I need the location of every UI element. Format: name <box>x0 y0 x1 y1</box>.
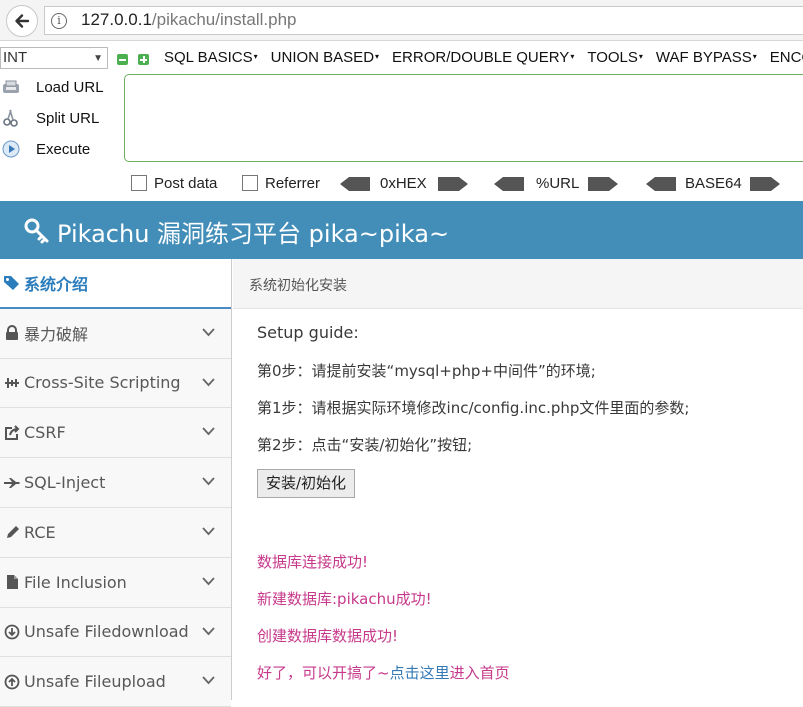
key-icon <box>24 218 49 244</box>
info-icon[interactable]: i <box>51 13 67 29</box>
breadcrumb-text: 系统初始化安装 <box>249 278 347 294</box>
sidebar-item-label: RCE <box>24 522 56 542</box>
plus-icon[interactable] <box>138 54 149 65</box>
sidebar-item-label: 暴力破解 <box>24 325 89 345</box>
sidebar-item-file-inclusion[interactable]: File Inclusion <box>0 557 231 608</box>
scissors-icon <box>3 109 18 127</box>
install-button[interactable]: 安装/初始化 <box>257 469 356 498</box>
menu-encoding[interactable]: ENCO <box>770 49 803 66</box>
chevron-down-icon <box>202 676 215 685</box>
load-url-button[interactable]: Load URL <box>0 74 120 100</box>
minus-icon[interactable] <box>117 54 128 65</box>
menu-tools[interactable]: TOOLS <box>587 49 643 66</box>
chevron-down-icon <box>202 577 215 586</box>
urlenc-label: %URL <box>536 175 580 192</box>
chevron-down-icon <box>202 377 215 386</box>
referrer-checkbox[interactable] <box>242 175 258 191</box>
chevron-down-icon: ▼ <box>93 53 103 64</box>
breadcrumb: 系统初始化安装 <box>233 259 803 309</box>
guide-title: Setup guide: <box>257 323 359 342</box>
menu-union-based[interactable]: UNION BASED <box>271 49 379 66</box>
post-data-label: Post data <box>154 175 218 192</box>
split-url-label: Split URL <box>36 109 100 127</box>
menu-waf-bypass[interactable]: WAF BYPASS <box>656 49 757 66</box>
arrow-left-icon <box>15 14 30 28</box>
message-data-created: 创建数据库数据成功! <box>257 627 399 645</box>
guide-step-1: 第1步：请根据实际环境修改inc/config.inc.php文件里面的参数; <box>257 399 690 417</box>
type-select[interactable]: INT ▼ <box>0 47 108 69</box>
sidebar-nav: 系统介绍 暴力破解 Cross-Site Scripting CSRF SQL-… <box>0 259 232 707</box>
hackbar: INT ▼ SQL BASICS UNION BASED ERROR/DOUBL… <box>0 42 803 200</box>
sidebar-item-intro[interactable]: 系统介绍 <box>0 259 231 309</box>
execute-label: Execute <box>36 140 91 158</box>
chevron-down-icon <box>202 427 215 436</box>
file-icon <box>1 574 23 590</box>
hackbar-options: Post data Referrer 0xHEX %URL BASE64 <box>0 172 803 196</box>
address-bar[interactable]: i 127.0.0.1/pikachu/install.php <box>44 6 803 35</box>
url-encode-arrow-icon[interactable] <box>588 177 618 191</box>
sidebar-item-label: Cross-Site Scripting <box>24 373 181 393</box>
site-header: Pikachu 漏洞练习平台 pika~pika~ <box>0 201 803 259</box>
base64-decode-arrow-icon[interactable] <box>646 177 676 191</box>
tag-icon <box>1 275 23 291</box>
site-title[interactable]: Pikachu 漏洞练习平台 pika~pika~ <box>57 214 449 249</box>
message-ready: 好了，可以开搞了~点击这里进入首页 <box>257 662 510 683</box>
load-icon <box>3 80 19 93</box>
download-icon <box>1 624 23 640</box>
guide-step-2: 第2步：点击“安装/初始化”按钮; <box>257 436 473 454</box>
sidebar-item-rce[interactable]: RCE <box>0 507 231 558</box>
hex-decode-arrow-icon[interactable] <box>340 177 370 191</box>
pencil-icon <box>1 525 23 540</box>
share-icon <box>1 425 23 441</box>
guide-step-0: 第0步：请提前安装“mysql+php+中间件”的环境; <box>257 362 596 380</box>
chevron-down-icon <box>202 477 215 486</box>
hex-encode-arrow-icon[interactable] <box>438 177 468 191</box>
message-ready-suffix: 进入首页 <box>449 664 510 682</box>
sidebar-item-label: Unsafe Fileupload <box>24 672 166 692</box>
message-ready-prefix: 好了，可以开搞了~ <box>257 664 390 682</box>
sidebar-item-label: File Inclusion <box>24 572 127 592</box>
post-data-checkbox[interactable] <box>131 175 147 191</box>
load-url-label: Load URL <box>36 78 104 96</box>
sidebar-item-label: SQL-Inject <box>24 473 106 493</box>
sidebar-item-sql-inject[interactable]: SQL-Inject <box>0 458 231 508</box>
base64-encode-arrow-icon[interactable] <box>750 177 780 191</box>
hex-label: 0xHEX <box>380 175 427 192</box>
type-select-value: INT <box>3 49 28 66</box>
menu-error-double-query[interactable]: ERROR/DOUBLE QUERY <box>392 49 574 66</box>
sidebar-item-label: 系统介绍 <box>24 274 89 294</box>
referrer-label: Referrer <box>265 175 321 192</box>
play-icon <box>2 140 20 158</box>
hackbar-menu: SQL BASICS UNION BASED ERROR/DOUBLE QUER… <box>164 49 803 66</box>
lock-icon <box>1 325 23 341</box>
url-host: 127.0.0.1 <box>81 10 152 29</box>
sidebar-item-brute-force[interactable]: 暴力破解 <box>0 308 231 359</box>
chevron-down-icon <box>202 328 215 337</box>
xss-icon <box>1 376 23 390</box>
sidebar-item-label: CSRF <box>24 423 66 443</box>
sidebar-item-label: Unsafe Filedownload <box>24 622 189 642</box>
back-button[interactable] <box>6 5 38 37</box>
message-db-connected: 数据库连接成功! <box>257 553 369 571</box>
home-link[interactable]: 点击这里 <box>390 664 450 682</box>
sidebar-item-csrf[interactable]: CSRF <box>0 408 231 459</box>
browser-toolbar: i 127.0.0.1/pikachu/install.php <box>0 0 803 41</box>
chevron-down-icon <box>202 527 215 536</box>
url-path: /pikachu/install.php <box>151 10 297 29</box>
url-textarea[interactable] <box>124 74 803 162</box>
url-decode-arrow-icon[interactable] <box>494 177 524 191</box>
sidebar-item-xss[interactable]: Cross-Site Scripting <box>0 358 231 409</box>
fighter-jet-icon <box>1 477 23 489</box>
split-url-button[interactable]: Split URL <box>0 105 120 131</box>
upload-icon <box>1 674 23 690</box>
base64-label: BASE64 <box>685 175 742 192</box>
execute-button[interactable]: Execute <box>0 136 120 162</box>
chevron-down-icon <box>202 626 215 635</box>
sidebar-item-unsafe-filedownload[interactable]: Unsafe Filedownload <box>0 607 231 658</box>
message-db-created: 新建数据库:pikachu成功! <box>257 590 432 608</box>
menu-sql-basics[interactable]: SQL BASICS <box>164 49 258 66</box>
address-text[interactable]: 127.0.0.1/pikachu/install.php <box>81 10 297 30</box>
